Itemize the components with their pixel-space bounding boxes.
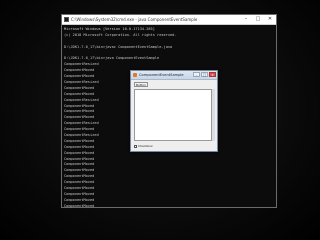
- sample-button[interactable]: Button: [134, 82, 148, 87]
- frame-close-button[interactable]: x: [209, 72, 216, 77]
- sample-checkbox[interactable]: Checkbox: [134, 144, 153, 148]
- frame-minimize-button[interactable]: –: [193, 72, 200, 77]
- minimize-button[interactable]: –: [240, 15, 252, 24]
- console-title: C:\Windows\System32\cmd.exe - java Compo…: [71, 17, 198, 22]
- checkbox-box[interactable]: [134, 144, 137, 148]
- frame-content: Button Checkbox: [132, 80, 216, 150]
- close-button[interactable]: ✕: [264, 15, 276, 24]
- console-window-controls: – □ ✕: [240, 15, 276, 24]
- frame-titlebar[interactable]: ComponentEventSample – □ x: [131, 71, 217, 80]
- console-titlebar[interactable]: C:\Windows\System32\cmd.exe - java Compo…: [62, 15, 276, 25]
- vertical-scrollbar[interactable]: [212, 89, 215, 141]
- text-area[interactable]: [134, 89, 212, 141]
- frame-maximize-button[interactable]: □: [201, 72, 208, 77]
- cmd-icon: [64, 17, 69, 22]
- java-icon: [133, 73, 137, 77]
- checkbox-label: Checkbox: [138, 144, 153, 148]
- frame-window-controls: – □ x: [192, 72, 216, 77]
- maximize-button[interactable]: □: [252, 15, 264, 24]
- console-line: ComponentMoved: [64, 203, 95, 208]
- component-event-sample-window: ComponentEventSample – □ x Button Checkb…: [130, 70, 218, 152]
- frame-title: ComponentEventSample: [139, 73, 184, 77]
